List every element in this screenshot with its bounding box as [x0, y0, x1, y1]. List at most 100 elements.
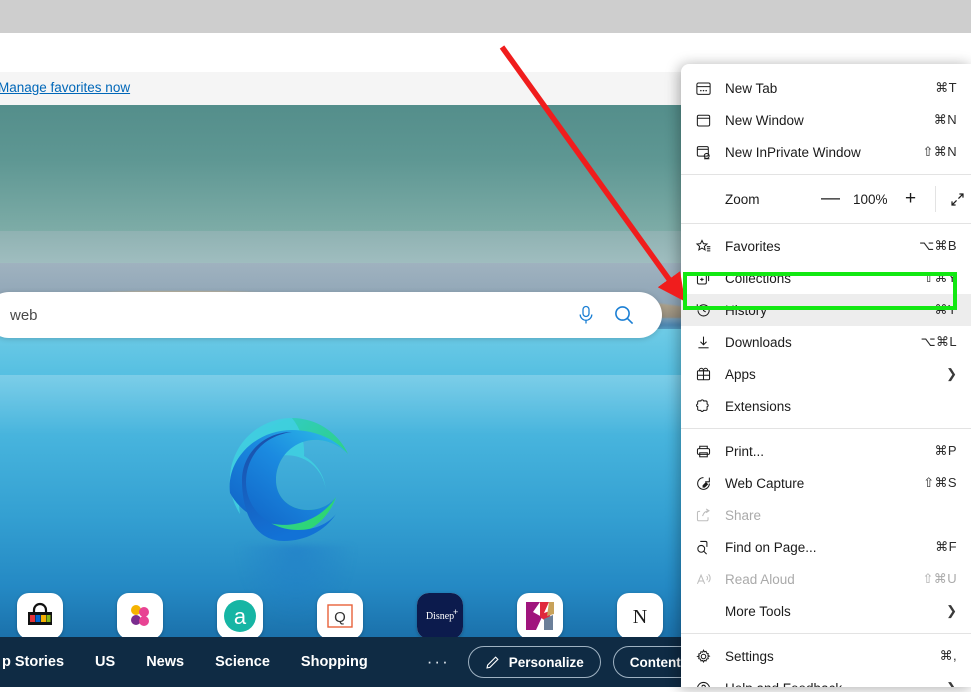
menu-item-new-window[interactable]: New Window ⌘N [681, 104, 971, 136]
extensions-puzzle-icon [681, 398, 725, 415]
menu-item-apps[interactable]: Apps ❯ [681, 358, 971, 390]
menu-item-label: New InPrivate Window [725, 144, 861, 160]
zoom-row: Zoom — 100% + [681, 181, 971, 217]
chevron-right-icon: ❯ [946, 603, 957, 618]
amazon-icon: a [217, 593, 263, 639]
favorites-star-icon [681, 238, 725, 255]
tab-strip [0, 0, 971, 34]
search-input[interactable]: web [0, 292, 662, 338]
menu-divider [681, 633, 971, 634]
microphone-icon[interactable] [576, 304, 596, 326]
menu-divider [681, 428, 971, 429]
news-tab-news[interactable]: News [146, 654, 184, 670]
menu-item-new-tab[interactable]: New Tab ⌘T [681, 72, 971, 104]
menu-item-label: Extensions [725, 398, 792, 414]
menu-item-accelerator: ⇧⌘S [923, 475, 957, 490]
menu-item-label: New Window [725, 112, 804, 128]
svg-text:a: a [234, 604, 247, 629]
menu-item-label: History [725, 302, 768, 318]
menu-item-help-and-feedback[interactable]: Help and Feedback ❯ [681, 672, 971, 687]
menu-item-history[interactable]: History ⌘Y [681, 294, 971, 326]
zoom-in-button[interactable]: + [905, 188, 916, 210]
chevron-right-icon: ❯ [946, 366, 957, 381]
menu-item-extensions[interactable]: Extensions [681, 390, 971, 422]
menu-item-downloads[interactable]: Downloads ⌥⌘L [681, 326, 971, 358]
web-capture-icon [681, 475, 725, 492]
search-placeholder: web [10, 306, 38, 324]
kohls-icon [517, 593, 563, 639]
news-tab-shopping[interactable]: Shopping [301, 654, 368, 670]
svg-text:Disnep: Disnep [426, 611, 454, 622]
menu-item-label: Apps [725, 366, 756, 382]
menu-item-label: Downloads [725, 334, 792, 350]
read-aloud-icon [681, 571, 725, 588]
gear-icon [681, 648, 725, 665]
menu-divider [681, 223, 971, 224]
news-tab-us[interactable]: US [95, 654, 115, 670]
svg-text:Q: Q [334, 609, 346, 626]
menu-item-read-aloud: Read Aloud ⇧⌘U [681, 563, 971, 595]
zoom-label: Zoom [725, 191, 760, 207]
search-magnifier-icon[interactable] [612, 303, 636, 327]
news-tab-science[interactable]: Science [215, 654, 270, 670]
menu-item-label: Print... [725, 443, 765, 459]
find-magnifier-icon [681, 539, 725, 556]
new-window-icon [681, 112, 725, 129]
browser-window: Manage favorites now web a Q Disnep + N … [0, 0, 971, 687]
help-question-icon [681, 680, 725, 687]
news-tab-top-stories[interactable]: p Stories [2, 654, 64, 670]
menu-item-collections[interactable]: Collections ⇧⌘Y [681, 262, 971, 294]
menu-item-accelerator: ⌘, [939, 648, 957, 663]
personalize-button[interactable]: Personalize [467, 646, 601, 678]
menu-item-accelerator: ⇧⌘Y [923, 270, 957, 285]
ebay-icon [17, 593, 63, 639]
menu-item-label: Share [725, 507, 762, 523]
menu-item-more-tools[interactable]: More Tools ❯ [681, 595, 971, 627]
menu-item-find-on-page[interactable]: Find on Page... ⌘F [681, 531, 971, 563]
news-overflow-button[interactable]: ··· [427, 652, 450, 672]
menu-divider [681, 174, 971, 175]
menu-item-label: Read Aloud [725, 571, 795, 587]
apps-grid-icon [681, 366, 725, 383]
menu-item-accelerator: ⌘T [935, 80, 957, 95]
fullscreen-icon[interactable] [949, 191, 966, 208]
inprivate-window-icon [681, 144, 725, 161]
menu-item-favorites[interactable]: Favorites ⌥⌘B [681, 230, 971, 262]
menu-item-label: Help and Feedback [725, 681, 946, 688]
menu-item-accelerator: ⇧⌘U [922, 571, 957, 586]
menu-item-label: Find on Page... [725, 539, 817, 555]
menu-item-label: Collections [725, 270, 792, 286]
zoom-divider [935, 186, 936, 212]
disneyplus-icon: Disnep + [417, 593, 463, 639]
edge-logo-icon [222, 410, 362, 550]
menu-item-settings[interactable]: Settings ⌘, [681, 640, 971, 672]
menu-item-label: More Tools [725, 603, 791, 619]
qvc-icon: Q [317, 593, 363, 639]
chevron-right-icon: ❯ [946, 680, 957, 687]
menu-item-accelerator: ⌘Y [934, 302, 957, 317]
menu-item-accelerator: ⌘P [934, 443, 957, 458]
menu-item-label: Favorites [725, 238, 781, 254]
new-tab-icon [681, 80, 725, 97]
menu-item-print[interactable]: Print... ⌘P [681, 435, 971, 467]
share-icon [681, 507, 725, 524]
menu-item-share: Share [681, 499, 971, 531]
zoom-out-button[interactable]: — [821, 188, 840, 210]
nordstrom-icon: N [617, 593, 663, 639]
menu-item-web-capture[interactable]: Web Capture ⇧⌘S [681, 467, 971, 499]
menu-item-label: Web Capture [725, 475, 805, 491]
menu-item-new-inprivate-window[interactable]: New InPrivate Window ⇧⌘N [681, 136, 971, 168]
manage-favorites-link[interactable]: Manage favorites now [0, 80, 130, 95]
zoom-level-value: 100% [853, 191, 888, 207]
menu-item-accelerator: ⇧⌘N [922, 144, 957, 159]
menu-item-accelerator: ⌘N [933, 112, 957, 127]
menu-item-label: Settings [725, 648, 774, 664]
download-arrow-icon [681, 334, 725, 351]
menu-item-accelerator: ⌘F [935, 539, 957, 554]
svg-text:+: + [453, 607, 458, 617]
address-bar[interactable] [0, 37, 787, 68]
menu-item-accelerator: ⌥⌘B [919, 238, 957, 253]
menu-item-accelerator: ⌥⌘L [920, 334, 957, 349]
printer-icon [681, 443, 725, 460]
pencil-icon [485, 655, 500, 670]
